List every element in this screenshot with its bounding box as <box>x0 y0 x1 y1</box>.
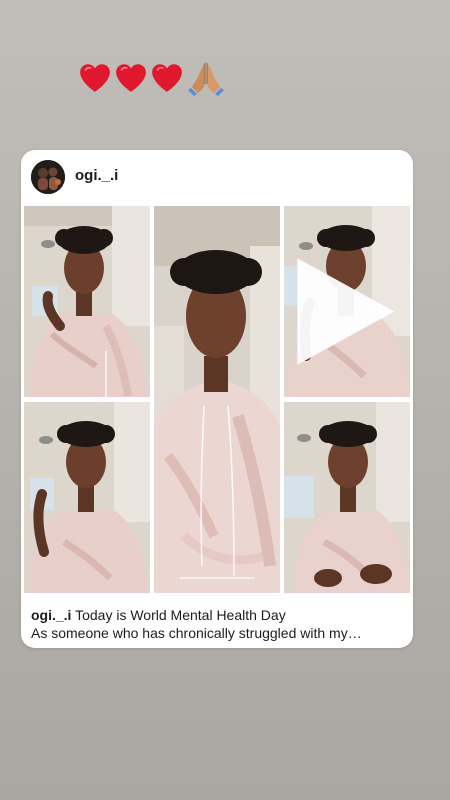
video-frame <box>24 402 150 593</box>
folded-hands-icon <box>188 63 224 96</box>
caption-username[interactable]: ogi._.i <box>31 607 71 623</box>
video-frame <box>284 402 410 593</box>
post-media-collage[interactable] <box>24 206 410 593</box>
red-heart-icon <box>80 64 110 92</box>
post-header: ogi._.i <box>21 150 413 206</box>
red-heart-icon <box>152 64 182 92</box>
avatar[interactable] <box>31 160 65 194</box>
caption-line-2: As someone who has chronically struggled… <box>31 625 362 641</box>
video-frame <box>284 206 410 397</box>
play-icon[interactable] <box>284 216 404 397</box>
shared-post-card[interactable]: ogi._.i ogi._.i Today is World Mental He… <box>21 150 413 648</box>
video-frame <box>24 206 150 397</box>
post-username[interactable]: ogi._.i <box>75 167 118 184</box>
red-heart-icon <box>116 64 146 92</box>
emoji-sticker[interactable] <box>78 60 224 96</box>
post-caption[interactable]: ogi._.i Today is World Mental Health Day… <box>31 606 403 642</box>
caption-line-1: Today is World Mental Health Day <box>75 607 286 623</box>
video-frame <box>154 206 280 593</box>
